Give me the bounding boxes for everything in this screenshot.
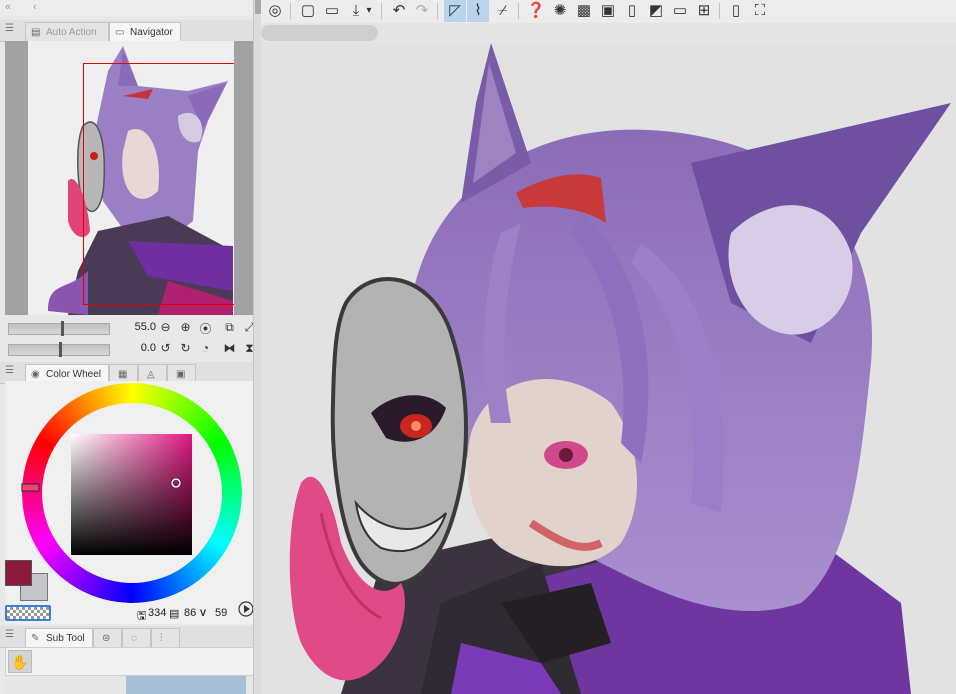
toolbar-separator bbox=[518, 3, 519, 19]
transparency-icon[interactable]: ▩ bbox=[573, 0, 595, 22]
navigator-preview[interactable] bbox=[5, 41, 261, 315]
flip-horizontal-icon[interactable]: ⧓ bbox=[222, 341, 237, 355]
subtool-tab-bar: ☰ ✎ Sub Tool ⊜ ◌ ⫶ bbox=[0, 626, 253, 648]
rotation-value[interactable]: 0.0 bbox=[124, 342, 156, 354]
panel-menu-icon[interactable]: ☰ bbox=[5, 23, 14, 34]
canvas-horizontal-scrollbar[interactable] bbox=[261, 23, 956, 43]
grid-icon[interactable]: ⊞ bbox=[693, 0, 715, 22]
back-button[interactable]: ‹ bbox=[33, 1, 37, 13]
zoom-value[interactable]: 55.0 bbox=[124, 321, 156, 333]
show-area-icon[interactable]: ✺ bbox=[549, 0, 571, 22]
tab-navigator[interactable]: ▭ Navigator bbox=[109, 22, 181, 41]
tab-sub-tool-label: Sub Tool bbox=[46, 633, 85, 644]
main-color-swatch[interactable] bbox=[5, 560, 32, 586]
panel-menu-icon[interactable]: ☰ bbox=[5, 629, 14, 640]
navigator-view-rectangle[interactable] bbox=[83, 63, 234, 305]
zoom-slider-knob[interactable] bbox=[61, 321, 64, 336]
undo-icon[interactable]: ↶ bbox=[388, 0, 410, 22]
transform-icon[interactable]: ⛶ bbox=[749, 0, 771, 22]
save-menu-chevron-icon[interactable]: ▾ bbox=[363, 0, 375, 22]
subtool-palette: ✋ bbox=[5, 647, 260, 676]
hue-cursor[interactable] bbox=[21, 483, 40, 492]
brush-size-icon: ◌ bbox=[131, 633, 137, 644]
tab-auto-action-label: Auto Action bbox=[46, 27, 97, 38]
saturation-label-icon: ▤ bbox=[169, 608, 180, 620]
zoom-row: 55.0 ⊖ ⊕ ⦿ ⧉ ⤢ bbox=[8, 320, 258, 337]
artwork bbox=[289, 43, 951, 694]
tab-sub-tool[interactable]: ✎ Sub Tool bbox=[25, 628, 93, 647]
hue-value: 334 bbox=[148, 607, 167, 619]
tab-subtool-2[interactable]: ⊜ bbox=[93, 628, 122, 647]
hand-tool-button[interactable]: ✋ bbox=[8, 650, 32, 673]
hand-icon: ✋ bbox=[11, 654, 29, 670]
navigator-icon: ▭ bbox=[115, 27, 125, 38]
value-label-icon: V bbox=[200, 608, 207, 618]
toolbar-separator bbox=[290, 3, 291, 19]
subtool-list bbox=[5, 676, 253, 694]
auto-action-icon: ▤ bbox=[31, 27, 41, 38]
canvas-icon[interactable]: ▭ bbox=[669, 0, 691, 22]
value-value: 59 bbox=[215, 607, 228, 619]
saturation-value: 86 bbox=[184, 607, 197, 619]
panel-menu-icon[interactable]: ☰ bbox=[5, 365, 14, 376]
tab-subtool-4[interactable]: ⫶ bbox=[151, 628, 180, 647]
dock-header: « ‹ bbox=[0, 0, 253, 16]
zoom-slider[interactable] bbox=[8, 321, 110, 336]
horizontal-scrollbar-thumb[interactable] bbox=[261, 25, 378, 41]
clear-icon[interactable]: ⌿ bbox=[492, 0, 514, 22]
erase-outside-icon[interactable]: ⌇ bbox=[467, 0, 489, 22]
rotation-slider-knob[interactable] bbox=[59, 342, 62, 357]
selection-outline-icon[interactable]: ◸ bbox=[444, 0, 466, 22]
left-dock: « ‹ ☰ ▤ Auto Action ▭ Navigator 55.0 ⊖ ⊕… bbox=[0, 0, 262, 694]
zoom-out-icon[interactable]: ⊖ bbox=[158, 320, 173, 334]
transparent-color-swatch[interactable] bbox=[5, 605, 51, 621]
new-file-icon[interactable]: ▢ bbox=[297, 0, 319, 22]
page-icon[interactable]: ▯ bbox=[621, 0, 643, 22]
tab-subtool-3[interactable]: ◌ bbox=[122, 628, 151, 647]
sliders-icon: ⫶ bbox=[160, 633, 163, 644]
tab-navigator-label: Navigator bbox=[130, 27, 173, 38]
navigator-canvas-thumbnail bbox=[28, 41, 234, 315]
rotate-right-icon[interactable]: ↻ bbox=[178, 341, 193, 355]
smartphone-icon[interactable]: ▯ bbox=[725, 0, 747, 22]
sub-tool-icon: ✎ bbox=[31, 633, 40, 644]
collapse-dock-button[interactable]: « bbox=[5, 1, 11, 13]
open-file-icon[interactable]: ▭ bbox=[321, 0, 343, 22]
toolbar-separator bbox=[719, 3, 720, 19]
magic-wand-icon[interactable]: ❓ bbox=[525, 0, 547, 22]
rotate-left-icon[interactable]: ↺ bbox=[158, 341, 173, 355]
tool-property-icon: ⊜ bbox=[102, 633, 111, 644]
rotation-row: 0.0 ↺ ↻ ◔ ⧓ ⧗ bbox=[8, 341, 258, 357]
fill-icon[interactable]: ◩ bbox=[645, 0, 667, 22]
canvas-viewport[interactable] bbox=[261, 43, 956, 694]
redo-icon[interactable]: ↷ bbox=[411, 0, 433, 22]
logo-icon[interactable]: ◎ bbox=[264, 0, 286, 22]
tab-auto-action[interactable]: ▤ Auto Action bbox=[25, 22, 109, 41]
zoom-in-icon[interactable]: ⊕ bbox=[178, 320, 193, 334]
hue-label-icon: 🖫 bbox=[137, 610, 147, 622]
fit-to-screen-icon[interactable]: ⧉ bbox=[222, 320, 237, 335]
command-bar: ◎ ▢ ▭ ⤓ ▾ ↶ ↷ ◸ ⌇ ⌿ ❓ ✺ ▩ ▣ ▯ ◩ ▭ ⊞ ▯ ⛶ bbox=[261, 0, 956, 24]
reset-rotation-icon[interactable]: ◔ bbox=[198, 341, 213, 355]
navigator-tab-bar: ☰ ▤ Auto Action ▭ Navigator bbox=[0, 20, 253, 42]
actual-size-icon[interactable]: ⦿ bbox=[198, 320, 213, 337]
rotation-slider[interactable] bbox=[8, 342, 110, 357]
border-icon[interactable]: ▣ bbox=[597, 0, 619, 22]
selected-subtool-item[interactable] bbox=[126, 676, 246, 694]
toolbar-separator bbox=[381, 3, 382, 19]
tab-color-wheel-label: Color Wheel bbox=[46, 369, 102, 380]
toolbar-separator bbox=[437, 3, 438, 19]
hsv-readout: 🖫 334 ▤ 86 V 59 bbox=[137, 607, 237, 622]
